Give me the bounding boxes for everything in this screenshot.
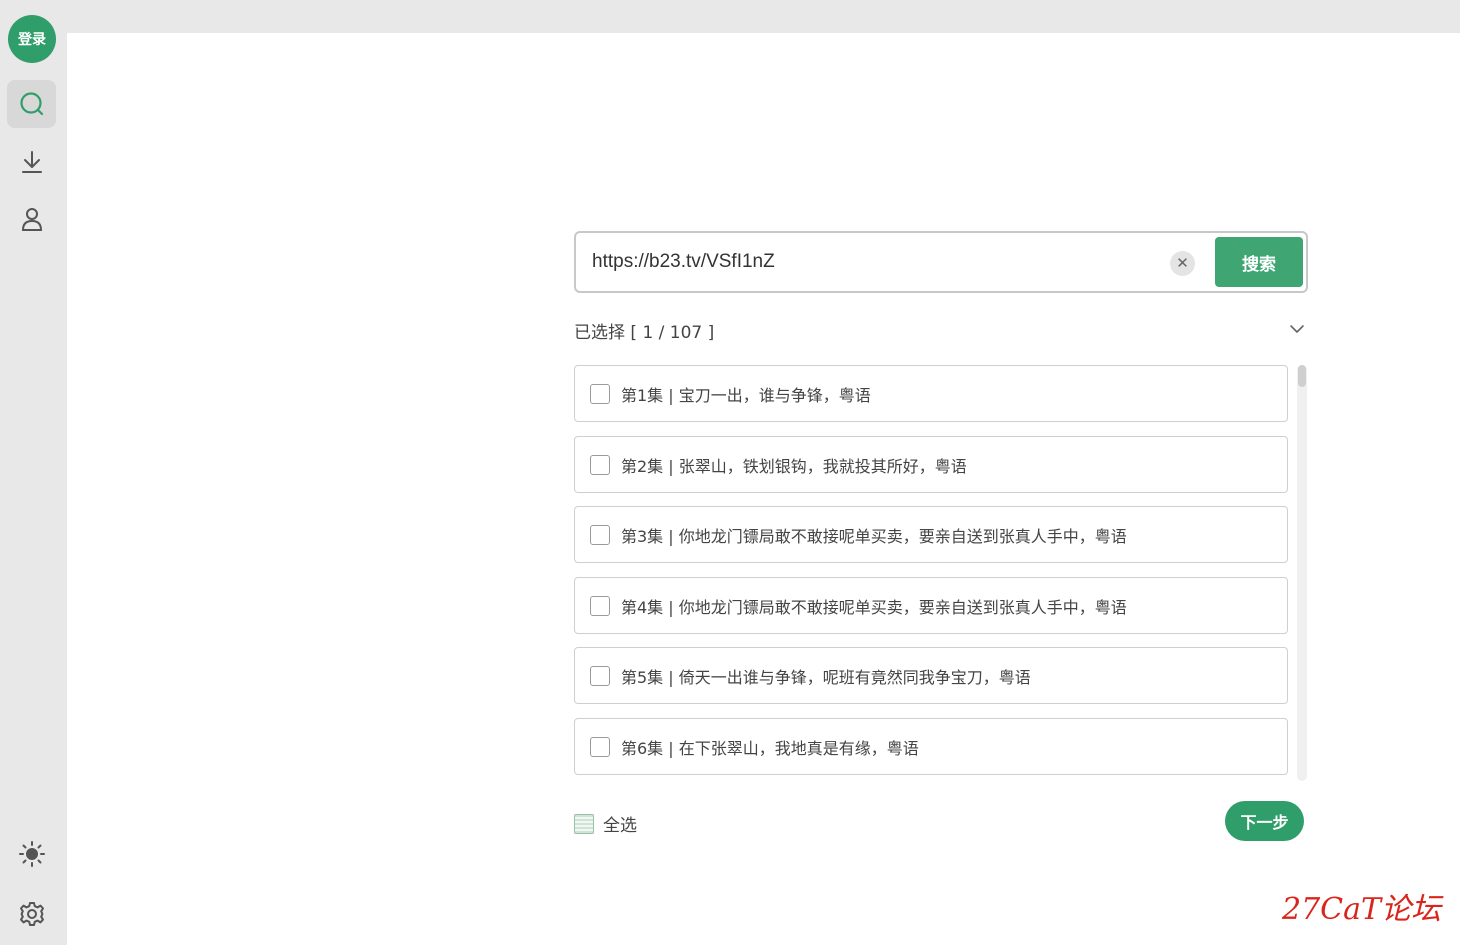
clear-input-button[interactable]: ✕ (1170, 251, 1195, 276)
list-footer: 全选 下一步 (574, 799, 1308, 841)
gear-icon (19, 902, 44, 926)
settings-button[interactable] (7, 890, 56, 938)
episode-checkbox[interactable] (590, 454, 610, 475)
episode-title: 第1集 | 宝刀一出，谁与争锋，粤语 (621, 385, 871, 405)
list-item[interactable]: 第1集 | 宝刀一出，谁与争锋，粤语 (574, 365, 1288, 422)
episode-checkbox[interactable] (590, 524, 610, 545)
download-icon (21, 151, 42, 173)
episode-title: 第5集 | 倚天一出谁与争锋，呢班有竟然同我争宝刀，粤语 (621, 667, 1031, 687)
selection-summary: 已选择 [ 1 / 107 ] (574, 323, 715, 343)
nav-download-button[interactable] (7, 138, 56, 186)
theme-toggle-button[interactable] (7, 830, 56, 878)
close-icon: ✕ (1176, 254, 1189, 272)
url-search-input[interactable] (592, 247, 1152, 277)
list-item[interactable]: 第6集 | 在下张翠山，我地真是有缘，粤语 (574, 718, 1288, 775)
nav-user-button[interactable] (7, 195, 56, 243)
episode-checkbox[interactable] (590, 736, 610, 757)
select-all-checkbox[interactable] (574, 813, 594, 834)
list-item[interactable]: 第2集 | 张翠山，铁划银钩，我就投其所好，粤语 (574, 436, 1288, 493)
next-step-button[interactable]: 下一步 (1225, 801, 1304, 841)
scrollbar-thumb[interactable] (1298, 365, 1306, 387)
login-avatar-button[interactable]: 登录 (8, 15, 56, 63)
main-content: ✕ 搜索 已选择 [ 1 / 107 ] 第1集 | 宝刀一出，谁与争锋，粤语 … (67, 33, 1460, 945)
list-item[interactable]: 第4集 | 你地龙门镖局敢不敢接呢单买卖，要亲自送到张真人手中，粤语 (574, 577, 1288, 634)
sidebar: 登录 (0, 0, 67, 945)
theme-sun-icon (18, 841, 45, 867)
chevron-down-icon[interactable] (1288, 320, 1306, 338)
episode-title: 第4集 | 你地龙门镖局敢不敢接呢单买卖，要亲自送到张真人手中，粤语 (621, 597, 1127, 617)
watermark-text: 27CaT论坛 (1282, 892, 1442, 927)
list-item[interactable]: 第5集 | 倚天一出谁与争锋，呢班有竟然同我争宝刀，粤语 (574, 647, 1288, 704)
episode-checkbox[interactable] (590, 383, 610, 404)
episode-title: 第6集 | 在下张翠山，我地真是有缘，粤语 (621, 738, 919, 758)
episode-checkbox[interactable] (590, 665, 610, 686)
search-box: ✕ 搜索 (574, 231, 1308, 293)
episode-title: 第2集 | 张翠山，铁划银钩，我就投其所好，粤语 (621, 456, 967, 476)
list-scrollbar[interactable] (1297, 365, 1307, 781)
search-icon (19, 92, 43, 116)
user-icon (21, 208, 42, 231)
episode-title: 第3集 | 你地龙门镖局敢不敢接呢单买卖，要亲自送到张真人手中，粤语 (621, 526, 1127, 546)
list-item[interactable]: 第3集 | 你地龙门镖局敢不敢接呢单买卖，要亲自送到张真人手中，粤语 (574, 506, 1288, 563)
episode-checkbox[interactable] (590, 595, 610, 616)
nav-search-button[interactable] (7, 80, 56, 128)
select-all-toggle[interactable]: 全选 (574, 811, 637, 836)
search-button[interactable]: 搜索 (1215, 237, 1303, 287)
selection-header: 已选择 [ 1 / 107 ] (574, 314, 1308, 344)
episode-list: 第1集 | 宝刀一出，谁与争锋，粤语 第2集 | 张翠山，铁划银钩，我就投其所好… (574, 365, 1308, 781)
select-all-label: 全选 (603, 816, 637, 836)
